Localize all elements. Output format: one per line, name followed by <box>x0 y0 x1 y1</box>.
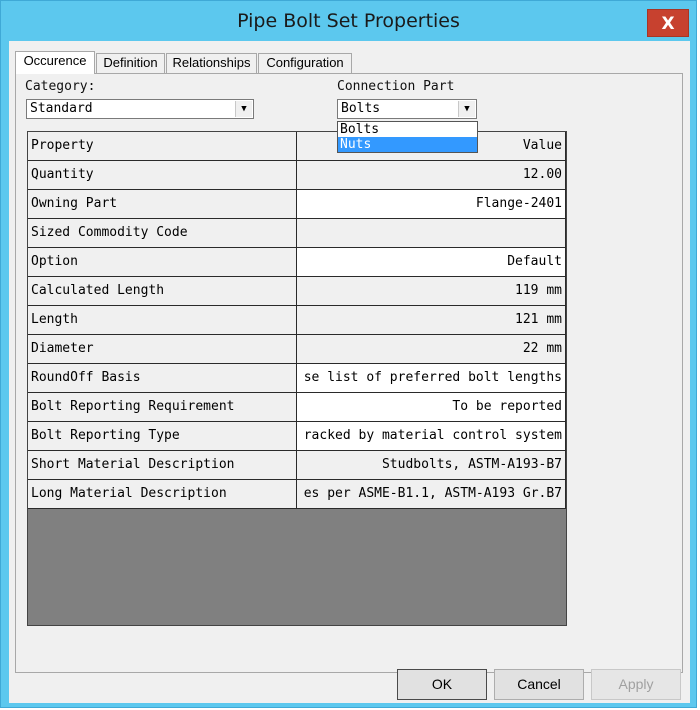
property-value[interactable]: racked by material control system <box>297 422 566 451</box>
property-name: Length <box>28 306 297 335</box>
property-value[interactable] <box>297 219 566 248</box>
table-row[interactable]: Bolt Reporting Requirement To be reporte… <box>28 393 566 422</box>
property-name: RoundOff Basis <box>28 364 297 393</box>
property-name: Option <box>28 248 297 277</box>
property-value[interactable]: 22 mm <box>297 335 566 364</box>
connection-part-value: Bolts <box>341 101 381 116</box>
connection-part-combo[interactable]: Bolts ▼ <box>337 99 477 119</box>
property-name: Calculated Length <box>28 277 297 306</box>
property-value[interactable]: Studbolts, ASTM-A193-B7 <box>297 451 566 480</box>
dialog-title: Pipe Bolt Set Properties <box>237 10 460 32</box>
property-value[interactable]: 119 mm <box>297 277 566 306</box>
connection-part-label: Connection Part <box>337 79 455 94</box>
property-name: Sized Commodity Code <box>28 219 297 248</box>
property-grid[interactable]: Property Value Quantity 12.00 Owning Par… <box>27 131 567 626</box>
dropdown-option-bolts[interactable]: Bolts <box>338 122 477 137</box>
property-name: Bolt Reporting Requirement <box>28 393 297 422</box>
category-combo[interactable]: Standard ▼ <box>26 99 254 119</box>
table-row[interactable]: Bolt Reporting Type racked by material c… <box>28 422 566 451</box>
tab-occurence[interactable]: Occurence <box>15 51 95 74</box>
property-value[interactable]: Default <box>297 248 566 277</box>
chevron-down-icon[interactable]: ▼ <box>458 101 475 117</box>
apply-button[interactable]: Apply <box>591 669 681 700</box>
table-row[interactable]: Length 121 mm <box>28 306 566 335</box>
property-value[interactable]: Flange-2401 <box>297 190 566 219</box>
property-value[interactable]: 12.00 <box>297 161 566 190</box>
category-label: Category: <box>25 79 96 94</box>
property-name: Owning Part <box>28 190 297 219</box>
dialog-window: Pipe Bolt Set Properties X Occurence Def… <box>0 0 697 708</box>
table-row[interactable]: Sized Commodity Code <box>28 219 566 248</box>
grid-header-row: Property Value <box>28 132 566 161</box>
property-value[interactable]: es per ASME-B1.1, ASTM-A193 Gr.B7 <box>297 480 566 509</box>
table-row[interactable]: Diameter 22 mm <box>28 335 566 364</box>
property-name: Diameter <box>28 335 297 364</box>
cancel-button[interactable]: Cancel <box>494 669 584 700</box>
table-row[interactable]: RoundOff Basis se list of preferred bolt… <box>28 364 566 393</box>
property-name: Short Material Description <box>28 451 297 480</box>
property-value[interactable]: To be reported <box>297 393 566 422</box>
property-name: Quantity <box>28 161 297 190</box>
chevron-down-icon[interactable]: ▼ <box>235 101 252 117</box>
category-value: Standard <box>30 101 93 116</box>
table-row[interactable]: Long Material Description es per ASME-B1… <box>28 480 566 509</box>
property-value[interactable]: 121 mm <box>297 306 566 335</box>
property-value[interactable]: se list of preferred bolt lengths <box>297 364 566 393</box>
ok-button[interactable]: OK <box>397 669 487 700</box>
title-bar[interactable]: Pipe Bolt Set Properties X <box>1 1 696 41</box>
table-row[interactable]: Calculated Length 119 mm <box>28 277 566 306</box>
property-name: Long Material Description <box>28 480 297 509</box>
tab-configuration[interactable]: Configuration <box>258 53 352 73</box>
table-row[interactable]: Owning Part Flange-2401 <box>28 190 566 219</box>
tab-relationships[interactable]: Relationships <box>166 53 257 73</box>
close-button[interactable]: X <box>647 9 689 37</box>
table-row[interactable]: Quantity 12.00 <box>28 161 566 190</box>
close-icon[interactable]: X <box>661 14 674 34</box>
connection-part-dropdown-list[interactable]: Bolts Nuts <box>337 121 478 153</box>
column-header-property[interactable]: Property <box>28 132 297 161</box>
table-row[interactable]: Option Default <box>28 248 566 277</box>
property-name: Bolt Reporting Type <box>28 422 297 451</box>
tab-definition[interactable]: Definition <box>96 53 165 73</box>
dropdown-option-nuts[interactable]: Nuts <box>338 137 477 152</box>
table-row[interactable]: Short Material Description Studbolts, AS… <box>28 451 566 480</box>
